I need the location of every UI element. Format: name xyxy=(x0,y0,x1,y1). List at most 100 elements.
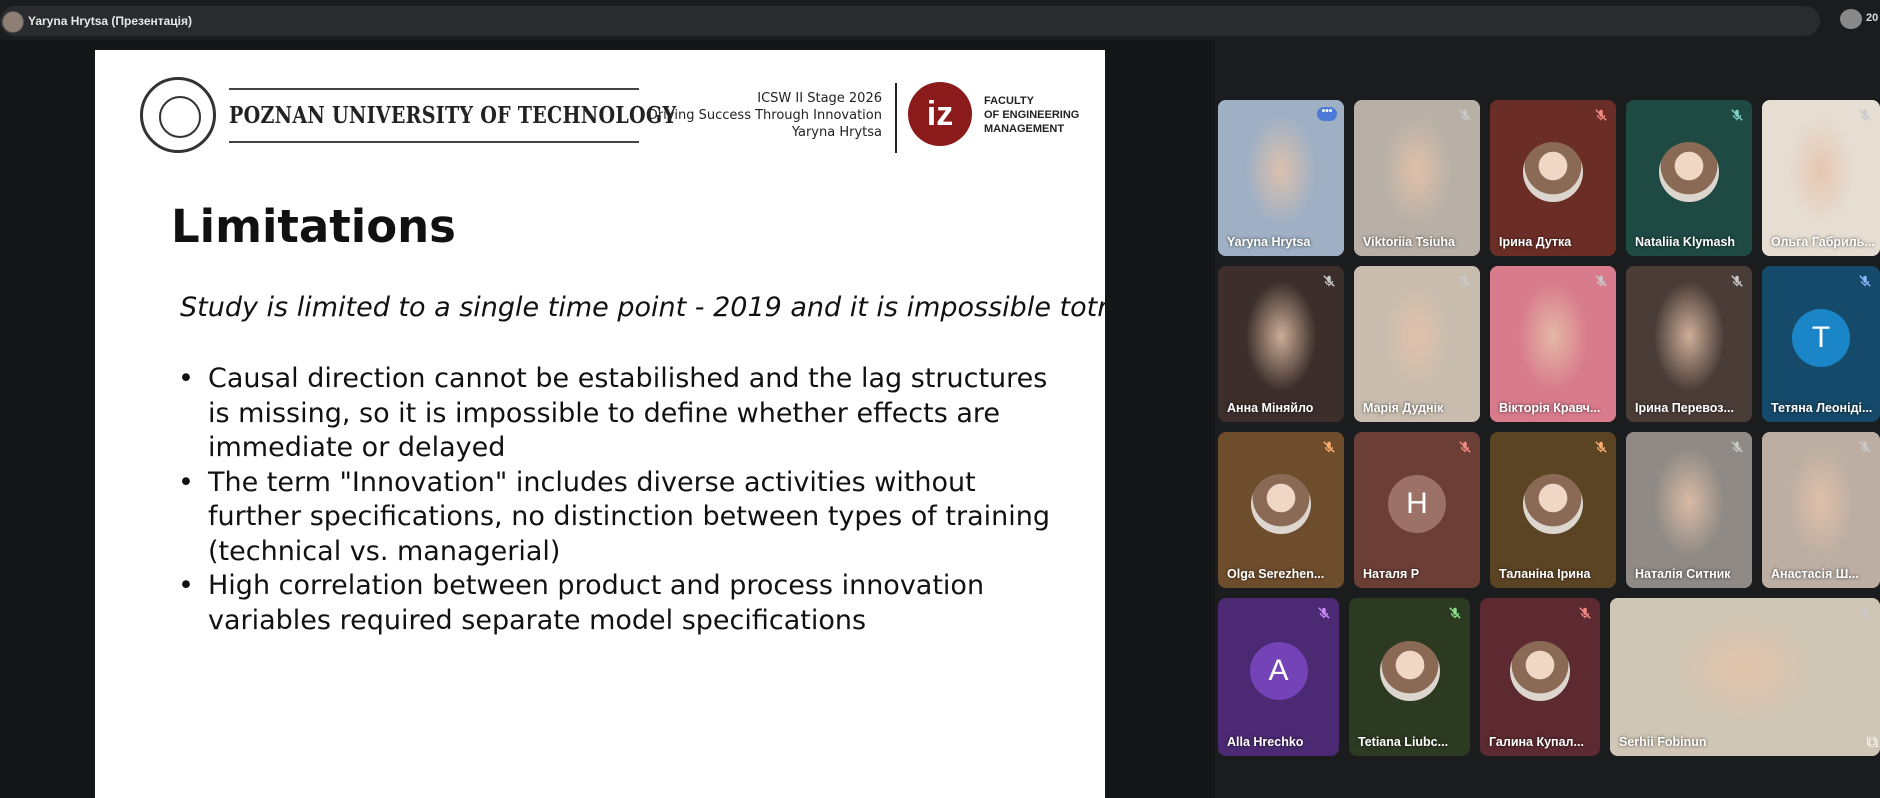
participant-tile[interactable]: H Наталя Р xyxy=(1354,432,1480,588)
participant-name: Nataliia Klymash xyxy=(1635,235,1736,249)
participant-name: Alla Hrechko xyxy=(1227,735,1304,749)
more-options-icon[interactable]: ••• xyxy=(1317,107,1337,121)
mic-muted-icon xyxy=(1730,440,1744,454)
conference-info: ICSW II Stage 2026 Driving Success Throu… xyxy=(648,90,882,141)
presenter-label: Yaryna Hrytsa (Презентація) xyxy=(28,14,192,28)
mic-muted-icon xyxy=(1322,440,1336,454)
participant-video xyxy=(1626,266,1752,422)
mic-muted-icon xyxy=(1317,606,1331,620)
participant-initial-avatar: A xyxy=(1249,641,1308,700)
participant-video xyxy=(1610,598,1880,756)
participant-name: Анастасія Ш... xyxy=(1771,567,1859,581)
participant-tile[interactable]: Наталія Ситник xyxy=(1626,432,1752,588)
participant-initial-avatar: H xyxy=(1388,474,1446,533)
slide-title: Limitations xyxy=(171,200,456,253)
participant-tile[interactable]: Viktoriia Tsiuha xyxy=(1354,100,1480,256)
participant-tile[interactable]: Ірина Перевоз... xyxy=(1626,266,1752,422)
participant-tile[interactable]: Таланіна Ірина xyxy=(1490,432,1616,588)
topbar: Yaryna Hrytsa (Презентація) xyxy=(0,6,1820,36)
participant-tile[interactable]: Olga Serezhen... xyxy=(1218,432,1344,588)
bullet-item: High correlation between product and pro… xyxy=(178,569,1068,638)
participant-avatar xyxy=(1523,473,1583,534)
participant-name: Ірина Перевоз... xyxy=(1635,401,1734,415)
university-seal-logo xyxy=(140,77,216,153)
participant-tile[interactable]: Анастасія Ш... xyxy=(1762,432,1880,588)
participant-tile[interactable]: A Alla Hrechko xyxy=(1218,598,1339,756)
mic-muted-icon xyxy=(1730,274,1744,288)
participant-avatar xyxy=(1523,141,1583,202)
participant-initial-avatar: T xyxy=(1792,308,1850,367)
participant-tile[interactable]: Вікторія Кравч... xyxy=(1490,266,1616,422)
participant-name: Таланіна Ірина xyxy=(1499,567,1591,581)
participant-avatar xyxy=(1659,141,1719,202)
participant-video xyxy=(1218,100,1344,256)
bullet-item: Causal direction cannot be estabilished … xyxy=(178,362,1068,466)
participant-tile[interactable]: T Тетяна Леоніді... xyxy=(1762,266,1880,422)
participant-video xyxy=(1218,266,1344,422)
participant-tile[interactable]: Tetiana Liubc... xyxy=(1349,598,1470,756)
participant-name: Ірина Дутка xyxy=(1499,235,1572,249)
participant-video xyxy=(1762,100,1880,256)
mic-muted-icon xyxy=(1858,274,1872,288)
participant-video xyxy=(1354,266,1480,422)
slide: POZNAN UNIVERSITY OF TECHNOLOGY ICSW II … xyxy=(95,50,1105,798)
participant-tile[interactable]: Анна Міняйло xyxy=(1218,266,1344,422)
participant-video xyxy=(1762,432,1880,588)
mic-muted-icon xyxy=(1448,606,1462,620)
participant-name: Yaryna Hrytsa xyxy=(1227,235,1311,249)
mic-muted-icon xyxy=(1858,108,1872,122)
participant-name: Марія Дуднік xyxy=(1363,401,1444,415)
header-divider xyxy=(895,83,897,153)
mic-muted-icon xyxy=(1578,606,1592,620)
mic-muted-icon xyxy=(1458,108,1472,122)
mic-muted-icon xyxy=(1458,440,1472,454)
mic-muted-icon xyxy=(1594,274,1608,288)
participant-name: Ольга Габриль... xyxy=(1771,235,1875,249)
faculty-name: FACULTY OF ENGINEERING MANAGEMENT xyxy=(984,94,1079,136)
participant-tile[interactable]: ••• Yaryna Hrytsa xyxy=(1218,100,1344,256)
participant-tile[interactable]: Serhii Fobinun ⧉ xyxy=(1610,598,1880,756)
participant-name: Viktoriia Tsiuha xyxy=(1363,235,1455,249)
header-rule-top xyxy=(229,88,639,90)
participant-video xyxy=(1490,266,1616,422)
mic-muted-icon xyxy=(1594,440,1608,454)
participant-name: Тетяна Леоніді... xyxy=(1771,401,1873,415)
participant-tile[interactable]: Ірина Дутка xyxy=(1490,100,1616,256)
mic-muted-icon xyxy=(1322,274,1336,288)
crop-icon[interactable]: ⧉ xyxy=(1867,734,1878,752)
university-name: POZNAN UNIVERSITY OF TECHNOLOGY xyxy=(229,102,677,129)
conference-line: Yaryna Hrytsa xyxy=(791,125,882,140)
mic-muted-icon xyxy=(1858,440,1872,454)
participant-avatar xyxy=(1379,640,1440,701)
participant-name: Serhii Fobinun xyxy=(1619,735,1707,749)
faculty-line: MANAGEMENT xyxy=(984,123,1065,135)
mic-muted-icon xyxy=(1458,274,1472,288)
faculty-line: FACULTY xyxy=(984,95,1034,107)
conference-line: Driving Success Through Innovation xyxy=(647,108,882,123)
presenter-avatar xyxy=(2,11,24,33)
participant-video xyxy=(1354,100,1480,256)
participant-name: Наталія Ситник xyxy=(1635,567,1731,581)
faculty-line: OF ENGINEERING xyxy=(984,109,1080,121)
participant-count[interactable]: 20 xyxy=(1866,12,1878,24)
conference-line: ICSW II Stage 2026 xyxy=(757,91,882,106)
participants-avatar-icon[interactable] xyxy=(1840,9,1862,29)
participant-avatar xyxy=(1510,640,1570,701)
bullet-item: The term "Innovation" includes diverse a… xyxy=(178,466,1068,570)
participant-tile[interactable]: Галина Купал... xyxy=(1480,598,1600,756)
mic-muted-icon xyxy=(1858,606,1872,620)
participant-name: Анна Міняйло xyxy=(1227,401,1314,415)
header-rule-bottom xyxy=(229,141,639,143)
participant-name: Вікторія Кравч... xyxy=(1499,401,1601,415)
mic-muted-icon xyxy=(1730,108,1744,122)
participant-name: Наталя Р xyxy=(1363,567,1420,581)
bullet-list: Causal direction cannot be estabilished … xyxy=(178,362,1068,638)
participant-name: Tetiana Liubc... xyxy=(1358,735,1449,749)
participant-name: Галина Купал... xyxy=(1489,735,1584,749)
participant-tile[interactable]: Nataliia Klymash xyxy=(1626,100,1752,256)
slide-subtitle: Study is limited to a single time point … xyxy=(180,292,1105,323)
participant-video xyxy=(1626,432,1752,588)
participant-tile[interactable]: Ольга Габриль... xyxy=(1762,100,1880,256)
participant-avatar xyxy=(1251,473,1311,534)
participant-tile[interactable]: Марія Дуднік xyxy=(1354,266,1480,422)
